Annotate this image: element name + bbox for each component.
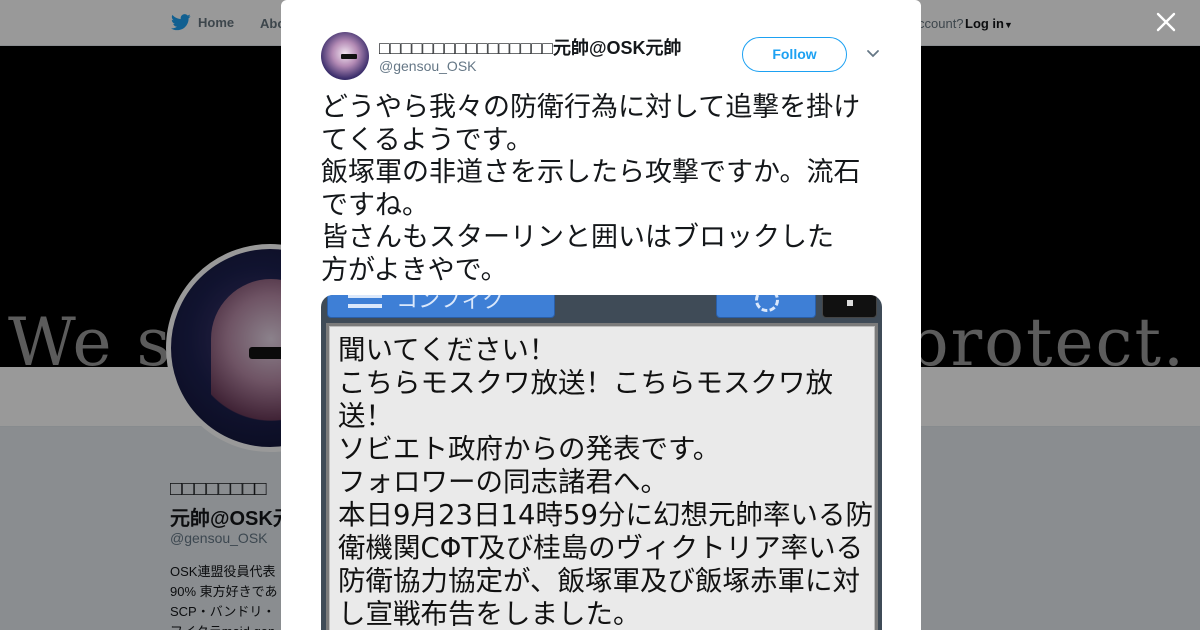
tweet-text-line: どうやら我々の防衛行為に対して追撃を掛け: [321, 92, 861, 123]
close-icon[interactable]: [1153, 10, 1179, 36]
avatar-glasses: [341, 54, 357, 59]
media-config-label: コンフィグ: [396, 295, 505, 312]
message-line: 本日9月23日14時59分に幻想元帥率いる防: [338, 499, 873, 531]
tweet-media-image[interactable]: コンフィグ 聞いてください！ こちらモスクワ放送！こちらモスクワ放 送！ ソビエ…: [321, 295, 882, 630]
tweet-text-line: ですね。: [321, 189, 429, 221]
tweet-display-name[interactable]: □□□□□□□□□□□□□□□□元帥@OSK元帥: [379, 34, 689, 60]
message-line: 送！: [338, 400, 393, 432]
tweet-handle[interactable]: @gensou_OSK: [379, 58, 477, 74]
media-refresh-button: [716, 295, 816, 318]
message-line: 衛機関CΦT及び桂島のヴィクトリア率いる: [338, 532, 864, 564]
chevron-down-icon[interactable]: [864, 44, 882, 62]
media-config-button: コンフィグ: [327, 295, 555, 318]
message-line: こちらモスクワ放送！こちらモスクワ放: [338, 367, 833, 399]
message-line: フォロワーの同志諸君へ。: [338, 466, 668, 498]
tweet-text: どうやら我々の防衛行為に対して追撃を掛け てくるようです。 飯塚軍の非道さを示し…: [321, 92, 881, 287]
refresh-icon: [755, 295, 779, 312]
message-line: 防衛協力協定が、飯塚軍及び飯塚赤軍に対: [338, 565, 860, 597]
menu-icon: [348, 295, 382, 308]
follow-button[interactable]: Follow: [742, 37, 847, 72]
message-line: 聞いてください！: [338, 334, 557, 366]
tweet-text-line: 皆さんもスターリンと囲いはブロックした: [321, 222, 834, 253]
tweet-modal: □□□□□□□□□□□□□□□□元帥@OSK元帥 @gensou_OSK Fol…: [281, 0, 921, 630]
stop-icon: [847, 300, 853, 306]
message-line: ソビエト政府からの発表です。: [338, 433, 721, 465]
tweet-text-line: 飯塚軍の非道さを示したら攻撃ですか。流石: [321, 157, 861, 188]
message-line: し宣戦布告をしました。: [338, 598, 641, 630]
chevron-down-glyph: [867, 50, 879, 58]
tweet-text-line: 方がよきやで。: [321, 254, 508, 286]
tweet-avatar[interactable]: [321, 32, 369, 80]
media-message-text: 聞いてください！ こちらモスクワ放送！こちらモスクワ放 送！ ソビエト政府からの…: [338, 334, 878, 630]
media-stop-button: [822, 295, 877, 318]
tweet-text-line: てくるようです。: [321, 124, 533, 156]
close-icon-glyph: [1156, 12, 1176, 32]
media-message-box: 聞いてください！ こちらモスクワ放送！こちらモスクワ放 送！ ソビエト政府からの…: [326, 323, 878, 630]
